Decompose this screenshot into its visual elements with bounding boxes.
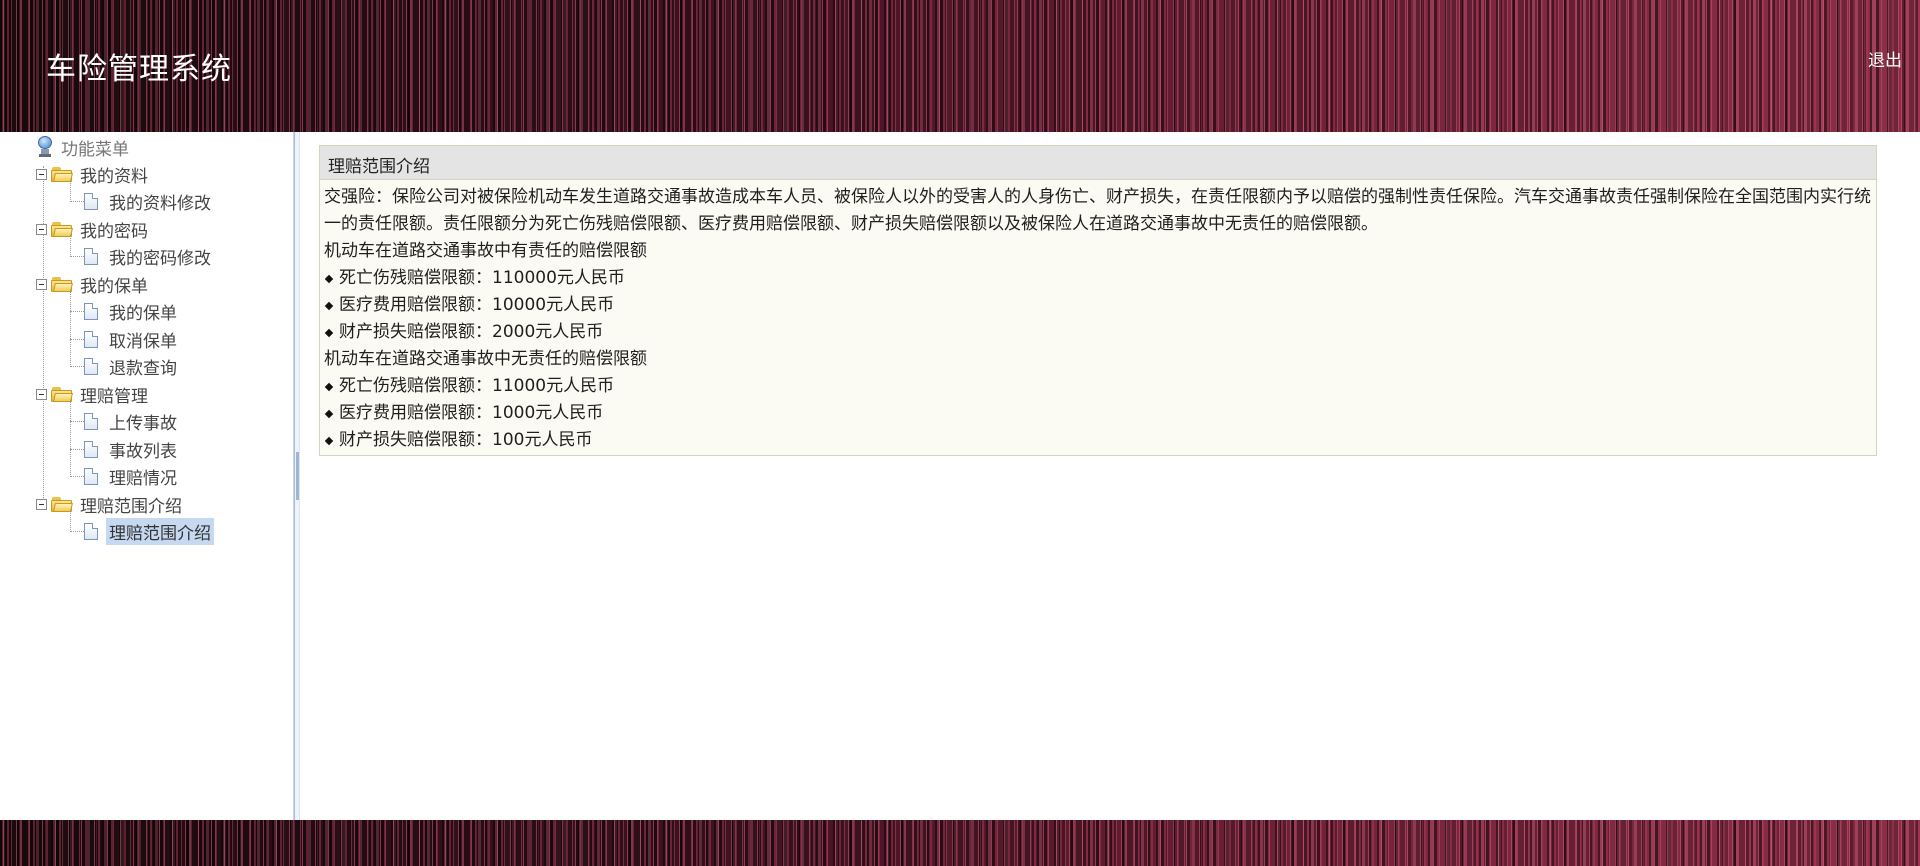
list-item-text: 医疗费用赔偿限额：10000元人民币 [339,295,615,315]
list-item: 医疗费用赔偿限额：1000元人民币 [324,400,1872,427]
menu-group-label[interactable]: 理赔范围介绍 [77,491,185,518]
header-banner: 车险管理系统 退出 [0,0,1920,132]
menu-item-my-policy[interactable]: 我的保单 [84,298,180,324]
list-item: 死亡伤残赔偿限额：11000元人民币 [324,373,1872,400]
claim-scope-panel: 理赔范围介绍 交强险：保险公司对被保险机动车发生道路交通事故造成本车人员、被保险… [319,145,1877,456]
list-item-text: 医疗费用赔偿限额：1000元人民币 [339,403,604,423]
menu-group-profile[interactable]: 我的资料 [36,161,151,187]
bullet-icon [324,436,334,445]
page-icon [84,467,98,485]
menu-item-claim-status[interactable]: 理赔情况 [84,463,180,489]
list-item-text: 财产损失赔偿限额：100元人民币 [339,430,593,450]
menu-item-label[interactable]: 取消保单 [106,326,180,353]
collapse-icon[interactable] [36,498,47,510]
app-title: 车险管理系统 [46,52,232,87]
menu-group-label[interactable]: 我的密码 [77,216,151,243]
list-item-text: 死亡伤残赔偿限额：110000元人民币 [339,268,625,288]
panel-title: 理赔范围介绍 [320,146,1876,180]
section-heading: 机动车在道路交通事故中有责任的赔偿限额 [324,241,647,261]
sidebar-splitter[interactable] [294,132,300,820]
menu-root-label: 功能菜单 [61,139,129,160]
list-item: 医疗费用赔偿限额：10000元人民币 [324,292,1872,319]
menu-group-password[interactable]: 我的密码 [36,216,151,242]
bullet-icon [324,301,334,310]
menu-item-label[interactable]: 退款查询 [106,353,180,380]
menu-group-claim-scope[interactable]: 理赔范围介绍 [36,491,185,517]
page-icon [84,412,98,430]
collapse-icon[interactable] [36,168,47,180]
sidebar-menu: 功能菜单 我的资料 我的资料修改 我的密码 我的密码修改 我的保单 我的保单 取… [0,132,294,820]
menu-item-upload-accident[interactable]: 上传事故 [84,408,180,434]
splitter-grip[interactable] [296,452,299,500]
list-item-text: 死亡伤残赔偿限额：11000元人民币 [339,376,615,396]
menu-item-refund-query[interactable]: 退款查询 [84,353,180,379]
menu-group-policy[interactable]: 我的保单 [36,271,151,297]
collapse-icon[interactable] [36,278,47,290]
intro-paragraph: 交强险：保险公司对被保险机动车发生道路交通事故造成本车人员、被保险人以外的受害人… [324,187,1871,234]
page-icon [84,522,98,540]
page-icon [84,247,98,265]
list-item: 死亡伤残赔偿限额：110000元人民币 [324,265,1872,292]
page-icon [84,330,98,348]
list-item: 财产损失赔偿限额：2000元人民币 [324,319,1872,346]
bullet-icon [324,328,334,337]
computer-icon [36,136,54,158]
page-icon [84,440,98,458]
bullet-icon [324,274,334,283]
bullet-icon [324,409,334,418]
menu-item-claim-scope-intro[interactable]: 理赔范围介绍 [84,517,214,545]
bullet-icon [324,382,334,391]
page-icon [84,302,98,320]
menu-item-edit-profile[interactable]: 我的资料修改 [84,188,214,214]
menu-item-label[interactable]: 我的保单 [106,298,180,325]
menu-item-label[interactable]: 我的密码修改 [106,243,214,270]
page-icon [84,192,98,210]
logout-link[interactable]: 退出 [1868,46,1902,71]
menu-item-accident-list[interactable]: 事故列表 [84,436,180,462]
page-icon [84,357,98,375]
collapse-icon[interactable] [36,388,47,400]
menu-group-label[interactable]: 我的资料 [77,161,151,188]
menu-item-label[interactable]: 我的资料修改 [106,188,214,215]
panel-body: 交强险：保险公司对被保险机动车发生道路交通事故造成本车人员、被保险人以外的受害人… [320,180,1876,454]
list-item: 财产损失赔偿限额：100元人民币 [324,427,1872,454]
menu-item-change-password[interactable]: 我的密码修改 [84,243,214,269]
footer-banner [0,820,1920,866]
menu-item-cancel-policy[interactable]: 取消保单 [84,326,180,352]
menu-group-label[interactable]: 理赔管理 [77,381,151,408]
menu-item-label[interactable]: 事故列表 [106,436,180,463]
menu-group-label[interactable]: 我的保单 [77,271,151,298]
list-item-text: 财产损失赔偿限额：2000元人民币 [339,322,604,342]
menu-item-label[interactable]: 上传事故 [106,408,180,435]
section-heading: 机动车在道路交通事故中无责任的赔偿限额 [324,349,647,369]
menu-item-label-selected[interactable]: 理赔范围介绍 [106,517,214,545]
collapse-icon[interactable] [36,223,47,235]
menu-group-claims[interactable]: 理赔管理 [36,381,151,407]
menu-item-label[interactable]: 理赔情况 [106,463,180,490]
menu-root: 功能菜单 [36,134,132,160]
